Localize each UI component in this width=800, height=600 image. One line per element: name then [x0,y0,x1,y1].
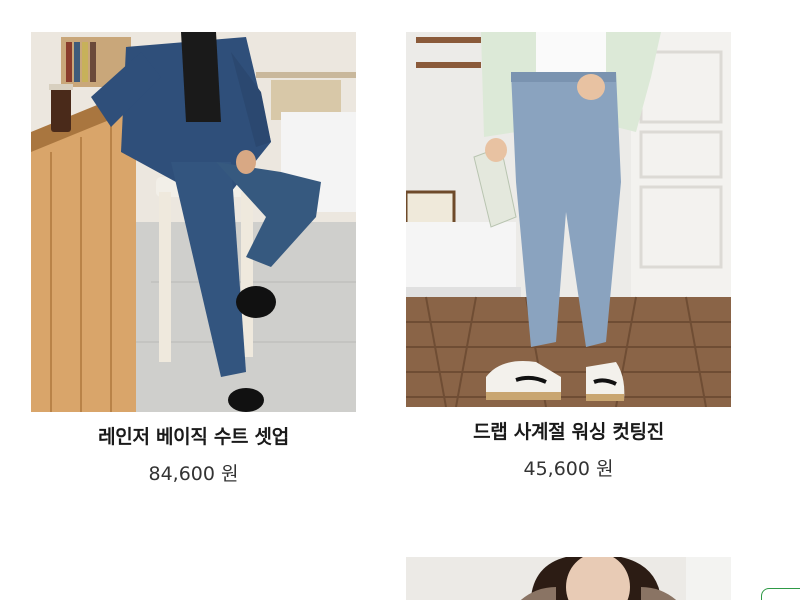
washed-jeans-photo-icon [406,32,731,407]
product-image-coat[interactable] [406,557,731,600]
product-image-suit[interactable] [31,32,356,412]
product-image-jeans[interactable] [406,32,731,407]
product-card-coat[interactable] [406,557,731,600]
product-name[interactable]: 레인저 베이직 수트 셋업 [31,422,356,449]
product-price: 84,600 원 [148,463,239,485]
product-card-jeans[interactable]: 드랩 사계절 워싱 컷팅진 45,600 원 [406,32,731,481]
product-grid-page: 레인저 베이직 수트 셋업 84,600 원 드랩 사계절 워싱 컷팅진 45,… [0,0,800,600]
coat-photo-icon [406,557,731,600]
floating-action-button[interactable] [761,588,800,600]
suit-setup-photo-icon [31,32,356,412]
product-name[interactable]: 드랩 사계절 워싱 컷팅진 [406,417,731,444]
product-card-suit[interactable]: 레인저 베이직 수트 셋업 84,600 원 [31,32,356,486]
product-price: 45,600 원 [523,458,614,480]
